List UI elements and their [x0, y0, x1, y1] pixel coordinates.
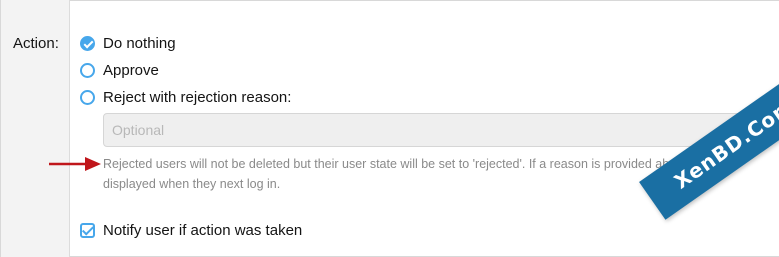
rejection-explain-text: Rejected users will not be deleted but t…	[103, 157, 741, 191]
option-reject[interactable]: Reject with rejection reason:	[80, 89, 291, 106]
rejection-reason-input[interactable]	[103, 113, 769, 147]
red-arrow-icon	[49, 157, 101, 171]
option-label: Do nothing	[103, 35, 176, 52]
notify-user-option[interactable]: Notify user if action was taken	[80, 222, 302, 239]
option-do-nothing[interactable]: Do nothing	[80, 35, 176, 52]
radio-icon[interactable]	[80, 63, 95, 78]
label-column: Action:	[1, 0, 70, 257]
option-approve[interactable]: Approve	[80, 62, 159, 79]
notify-label: Notify user if action was taken	[103, 222, 303, 239]
radio-icon[interactable]	[80, 90, 95, 105]
action-label: Action:	[13, 35, 59, 52]
option-label: Approve	[103, 62, 159, 79]
radio-checked-icon[interactable]	[80, 36, 95, 51]
option-label: Reject with rejection reason:	[103, 89, 292, 106]
checkbox-checked-icon[interactable]	[80, 223, 95, 238]
